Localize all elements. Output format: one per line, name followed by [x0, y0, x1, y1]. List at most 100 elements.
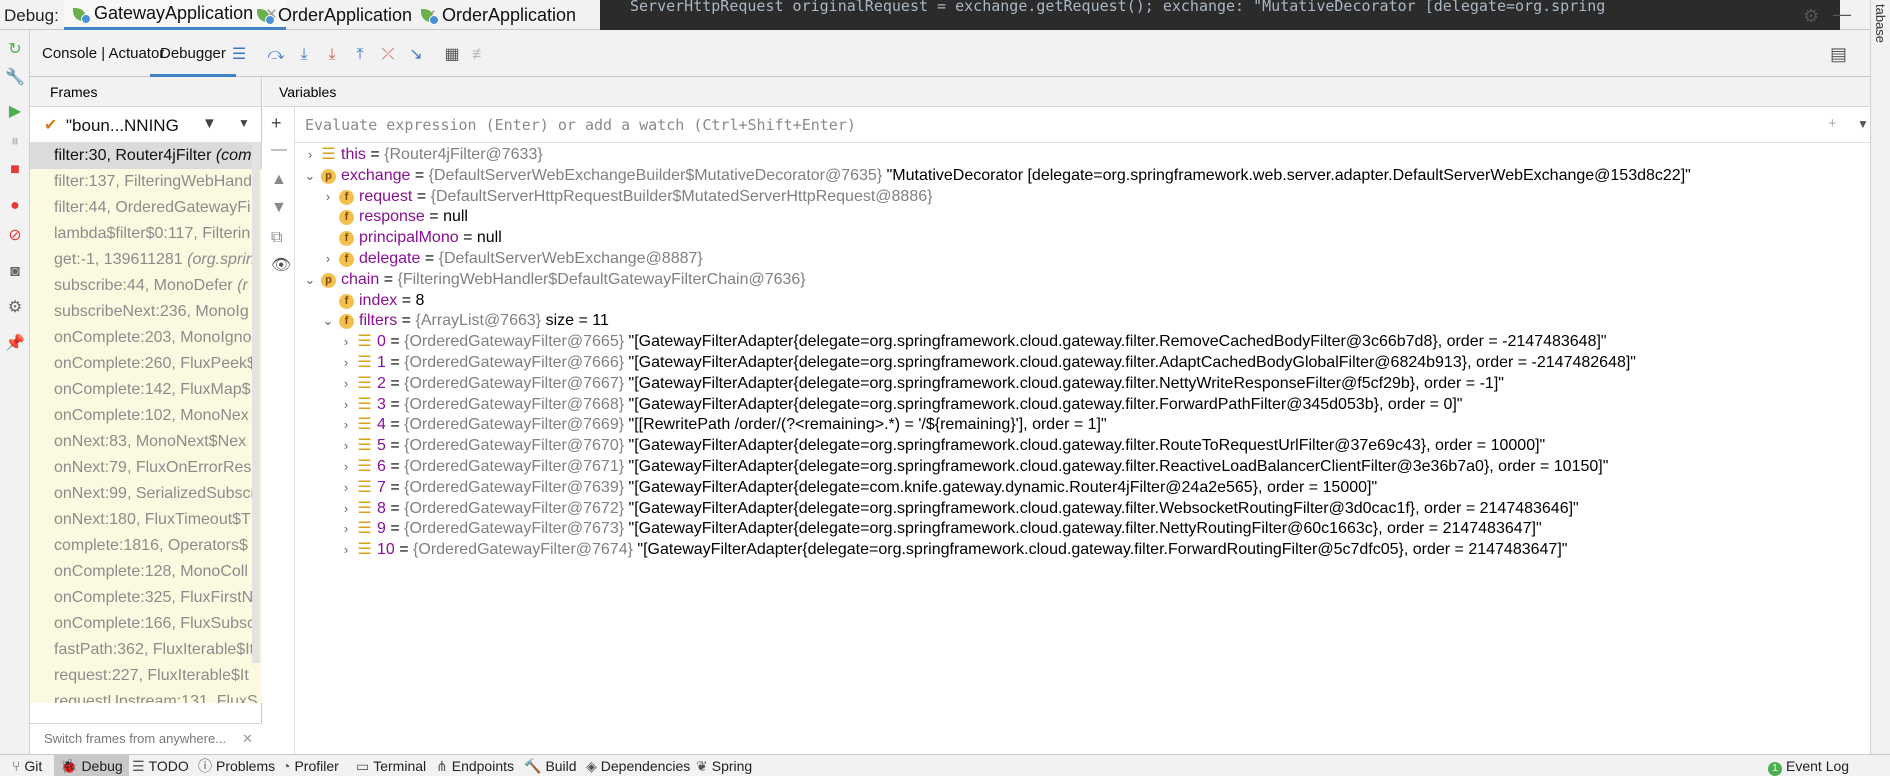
collapsed-arrow-icon[interactable]: ›: [339, 519, 353, 540]
thread-selector[interactable]: ✔ "boun...NNING ▼ ▼: [30, 107, 261, 143]
variable-row[interactable]: › ☰ 7 = {OrderedGatewayFilter@7639} "[Gate…: [295, 478, 1870, 499]
evaluate-expression-input[interactable]: [305, 113, 1735, 137]
collapsed-arrow-icon[interactable]: ›: [339, 540, 353, 561]
collapsed-arrow-icon[interactable]: ›: [339, 436, 353, 457]
variable-row[interactable]: › ☰ 9 = {OrderedGatewayFilter@7673} "[Gate…: [295, 519, 1870, 540]
modify-config-icon[interactable]: 🔧: [5, 68, 25, 88]
variable-row[interactable]: › ☰ 5 = {OrderedGatewayFilter@7670} "[Gate…: [295, 436, 1870, 457]
filter-icon[interactable]: ▼: [202, 115, 217, 132]
bottom-tab-git[interactable]: ⑂ Git: [6, 755, 48, 776]
frame-item[interactable]: filter:44, OrderedGatewayFi: [30, 195, 262, 221]
frame-item[interactable]: subscribeNext:236, MonoIg: [30, 299, 262, 325]
step-out-icon[interactable]: ⤒: [350, 45, 370, 65]
chevron-down-icon[interactable]: ▼: [238, 116, 250, 130]
variable-row[interactable]: f principalMono = null: [295, 228, 1870, 249]
bottom-tab-todo[interactable]: ☰ TODO: [126, 755, 195, 776]
frame-item[interactable]: onComplete:325, FluxFirstN: [30, 585, 262, 611]
frame-item[interactable]: onComplete:142, FluxMap$: [30, 377, 262, 403]
frame-item[interactable]: onNext:180, FluxTimeout$T: [30, 507, 262, 533]
camera-icon[interactable]: ◙: [5, 262, 25, 282]
pause-icon[interactable]: ⏸: [5, 132, 25, 152]
bottom-tab-debug[interactable]: 🐞 Debug: [54, 755, 129, 776]
bottom-tab-profiler[interactable]: ◔ Profiler: [276, 755, 345, 776]
frame-item[interactable]: subscribe:44, MonoDefer (r: [30, 273, 262, 299]
variable-row[interactable]: › ☰ this = {Router4jFilter@7633}: [295, 145, 1870, 166]
frame-item[interactable]: get:-1, 139611281 (org.sprin: [30, 247, 262, 273]
stop-icon[interactable]: ■: [5, 160, 25, 180]
chevron-down-icon[interactable]: ▼: [1857, 117, 1869, 131]
frame-item[interactable]: request:227, FluxIterable$It: [30, 663, 262, 689]
variable-row[interactable]: › ☰ 10 = {OrderedGatewayFilter@7674} "[Gat…: [295, 540, 1870, 561]
collapsed-arrow-icon[interactable]: ›: [339, 395, 353, 416]
move-down-icon[interactable]: ▼: [271, 199, 287, 217]
force-step-into-icon[interactable]: ⤓: [322, 45, 342, 65]
frame-item[interactable]: onNext:79, FluxOnErrorResu: [30, 455, 262, 481]
duplicate-icon[interactable]: ⧉: [271, 229, 282, 247]
step-into-icon[interactable]: ⤓: [294, 45, 314, 65]
remove-watch-icon[interactable]: —: [271, 141, 287, 159]
eye-icon[interactable]: 👁: [271, 255, 291, 275]
collapsed-arrow-icon[interactable]: ›: [339, 332, 353, 353]
variable-row[interactable]: › ☰ 6 = {OrderedGatewayFilter@7671} "[Gate…: [295, 457, 1870, 478]
variable-row[interactable]: › f delegate = {DefaultServerWebExchange@8…: [295, 249, 1870, 270]
variable-row[interactable]: › f request = {DefaultServerHttpRequestBui…: [295, 187, 1870, 208]
frame-item[interactable]: fastPath:362, FluxIterable$It: [30, 637, 262, 663]
variable-row[interactable]: › ☰ 4 = {OrderedGatewayFilter@7669} "[[Rew…: [295, 415, 1870, 436]
move-up-icon[interactable]: ▲: [271, 171, 287, 189]
collapsed-arrow-icon[interactable]: ›: [321, 187, 335, 208]
gear-icon[interactable]: ⚙: [1803, 6, 1819, 27]
collapsed-arrow-icon[interactable]: ›: [303, 145, 317, 166]
step-over-icon[interactable]: ⤼: [266, 45, 286, 65]
minimize-icon[interactable]: —: [1833, 4, 1851, 25]
collapsed-arrow-icon[interactable]: ›: [339, 353, 353, 374]
bottom-tab-spring[interactable]: ❦ Spring: [690, 755, 758, 776]
variable-row[interactable]: › ☰ 0 = {OrderedGatewayFilter@7665} "[Gate…: [295, 332, 1870, 353]
collapsed-arrow-icon[interactable]: ›: [339, 499, 353, 520]
collapsed-arrow-icon[interactable]: ›: [339, 457, 353, 478]
layout-icon[interactable]: ▤: [1830, 44, 1847, 65]
frame-item[interactable]: complete:1816, Operators$: [30, 533, 262, 559]
frame-item[interactable]: onComplete:102, MonoNex: [30, 403, 262, 429]
rerun-icon[interactable]: ↻: [5, 40, 25, 60]
variable-row[interactable]: › ☰ 1 = {OrderedGatewayFilter@7666} "[Gate…: [295, 353, 1870, 374]
frame-item[interactable]: onComplete:260, FluxPeek$: [30, 351, 262, 377]
frame-item[interactable]: requestUpstream:131, FluxS: [30, 689, 262, 703]
collapsed-arrow-icon[interactable]: ›: [339, 415, 353, 436]
database-tool-label[interactable]: tabase: [1873, 4, 1888, 43]
tab-debugger[interactable]: Debugger: [150, 30, 236, 77]
frame-item[interactable]: onNext:83, MonoNext$Nex: [30, 429, 262, 455]
bottom-tab-endpoints[interactable]: ⋔ Endpoints: [430, 755, 520, 776]
variable-row[interactable]: › ☰ 2 = {OrderedGatewayFilter@7667} "[Gate…: [295, 374, 1870, 395]
frame-item[interactable]: onComplete:203, MonoIgno: [30, 325, 262, 351]
mute-breakpoints-icon[interactable]: ⊘: [5, 226, 25, 246]
variable-row[interactable]: ⌄ p chain = {FilteringWebHandler$DefaultGa…: [295, 270, 1870, 291]
variable-row[interactable]: › ☰ 8 = {OrderedGatewayFilter@7672} "[Gate…: [295, 499, 1870, 520]
view-breakpoints-icon[interactable]: ●: [5, 196, 25, 216]
variable-row[interactable]: › ☰ 3 = {OrderedGatewayFilter@7668} "[Gate…: [295, 395, 1870, 416]
collapsed-arrow-icon[interactable]: ›: [339, 374, 353, 395]
frame-item[interactable]: filter:137, FilteringWebHand: [30, 169, 262, 195]
expanded-arrow-icon[interactable]: ⌄: [303, 166, 317, 187]
drop-frame-icon[interactable]: ⤫: [378, 45, 398, 65]
menu-icon[interactable]: ☰: [229, 45, 249, 65]
frame-item[interactable]: onComplete:166, FluxSubsc: [30, 611, 262, 637]
variable-row[interactable]: f response = null: [295, 207, 1870, 228]
expanded-arrow-icon[interactable]: ⌄: [321, 311, 335, 332]
close-icon[interactable]: ✕: [242, 724, 253, 754]
bottom-tab-problems[interactable]: ⓘ Problems: [192, 755, 281, 776]
variable-row[interactable]: ⌄ f filters = {ArrayList@7663} size = 11: [295, 311, 1870, 332]
run-tab-order-2[interactable]: OrderApplication: [412, 0, 584, 30]
resume-icon[interactable]: ▶: [5, 102, 25, 122]
bottom-tab-terminal[interactable]: ▭ Terminal: [350, 755, 432, 776]
variable-row[interactable]: f index = 8: [295, 291, 1870, 312]
add-watch-plus-icon[interactable]: +: [1828, 115, 1837, 132]
collapsed-arrow-icon[interactable]: ›: [321, 249, 335, 270]
evaluate-expression-icon[interactable]: ▦: [442, 45, 462, 65]
event-log-button[interactable]: 1 Event Log: [1762, 755, 1855, 776]
frames-scrollbar[interactable]: [252, 143, 260, 663]
expanded-arrow-icon[interactable]: ⌄: [303, 270, 317, 291]
bottom-tab-build[interactable]: 🔨 Build: [518, 755, 583, 776]
frame-item[interactable]: filter:30, Router4jFilter (com: [30, 143, 262, 169]
frame-item[interactable]: onNext:99, SerializedSubscr: [30, 481, 262, 507]
bottom-tab-dependencies[interactable]: ◈ Dependencies: [580, 755, 696, 776]
